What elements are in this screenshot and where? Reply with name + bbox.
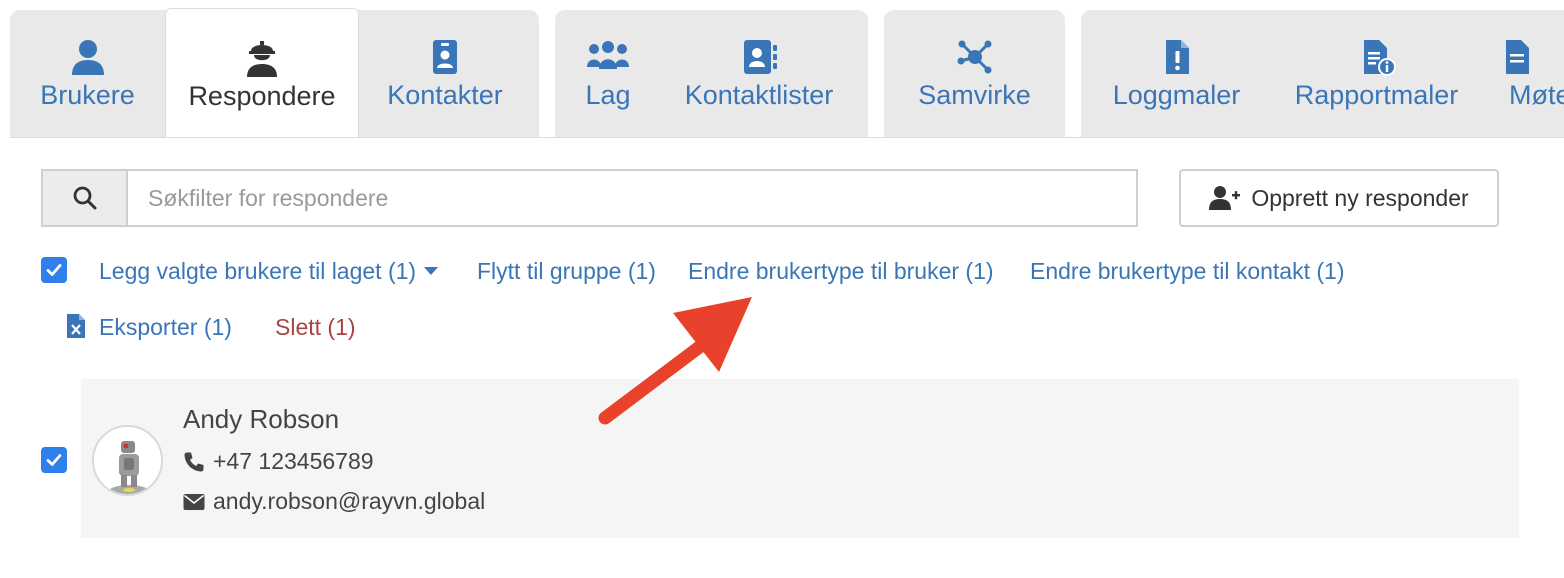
add-to-team-action[interactable]: Legg valgte brukere til laget (1): [99, 258, 439, 285]
caret-down-icon: [424, 266, 439, 275]
tab-kontaktlister[interactable]: Kontaktlister: [661, 10, 857, 138]
tab-divider: [10, 137, 1564, 138]
tab-group-templates: Loggmaler Rapportmaler Møte: [1081, 10, 1564, 138]
tab-label: Samvirke: [918, 80, 1031, 110]
tab-label: Loggmaler: [1112, 80, 1241, 110]
responder-phone-row: +47 123456789: [183, 448, 374, 475]
avatar: [92, 425, 163, 496]
add-to-team-label: Legg valgte brukere til laget (1): [99, 258, 417, 284]
network-icon: [957, 40, 991, 74]
search-input[interactable]: [128, 171, 1136, 225]
user-plus-icon: [1209, 186, 1241, 210]
tab-label: Kontakter: [387, 80, 503, 110]
select-all-checkbox[interactable]: [41, 257, 67, 283]
tab-group-samvirke: Samvirke: [884, 10, 1065, 138]
report-info-icon: [1363, 40, 1396, 76]
tab-label: Kontaktlister: [684, 80, 834, 110]
tab-strip: Brukere Respondere Kontakter Lag Kontakt…: [0, 0, 1564, 138]
tab-brukere[interactable]: Brukere: [10, 10, 165, 138]
search-icon: [73, 186, 96, 210]
address-book-icon: [744, 40, 777, 74]
tab-label: Rapportmaler: [1294, 80, 1459, 110]
search-bar: [41, 169, 1138, 227]
tab-loggmaler[interactable]: Loggmaler: [1081, 10, 1272, 138]
responder-email: andy.robson@rayvn.global: [213, 488, 486, 514]
check-icon: [46, 264, 62, 276]
id-badge-icon: [433, 40, 457, 74]
tab-label: Respondere: [188, 81, 336, 111]
search-icon-addon[interactable]: [43, 171, 128, 225]
tab-rapportmaler[interactable]: Rapportmaler: [1272, 10, 1481, 138]
meeting-icon: [1506, 40, 1529, 74]
responder-name: Andy Robson: [183, 404, 340, 434]
user-icon: [71, 40, 104, 75]
worker-helmet-icon: [247, 41, 277, 77]
tab-group-teams: Lag Kontaktlister: [555, 10, 868, 138]
check-icon: [46, 454, 62, 466]
tab-mote[interactable]: Møte: [1481, 10, 1564, 138]
tab-lag[interactable]: Lag: [555, 10, 661, 138]
responder-phone: +47 123456789: [213, 448, 374, 474]
tab-kontakter[interactable]: Kontakter: [359, 10, 531, 138]
excel-file-icon: [67, 314, 85, 338]
tab-label: Møte: [1509, 80, 1564, 110]
change-to-user-action[interactable]: Endre brukertype til bruker (1): [688, 258, 994, 285]
tab-label: Brukere: [40, 80, 135, 110]
create-responder-button[interactable]: Opprett ny responder: [1179, 169, 1499, 227]
team-icon: [587, 41, 629, 69]
phone-icon: [184, 452, 204, 471]
responder-checkbox[interactable]: [41, 447, 67, 473]
tab-label: Lag: [585, 80, 631, 110]
tab-samvirke[interactable]: Samvirke: [884, 10, 1065, 138]
change-to-contact-action[interactable]: Endre brukertype til kontakt (1): [1030, 258, 1344, 285]
file-exclamation-icon: [1165, 40, 1189, 74]
export-action[interactable]: Eksporter (1): [99, 314, 232, 341]
delete-action[interactable]: Slett (1): [275, 314, 356, 341]
move-to-group-action[interactable]: Flytt til gruppe (1): [477, 258, 656, 285]
annotation-arrow-icon: [598, 297, 752, 425]
envelope-icon: [183, 493, 205, 510]
create-responder-label: Opprett ny responder: [1251, 184, 1469, 211]
tab-respondere[interactable]: Respondere: [165, 8, 359, 138]
responder-email-row: andy.robson@rayvn.global: [183, 488, 485, 515]
tab-group-users: Brukere Respondere Kontakter: [10, 8, 539, 138]
